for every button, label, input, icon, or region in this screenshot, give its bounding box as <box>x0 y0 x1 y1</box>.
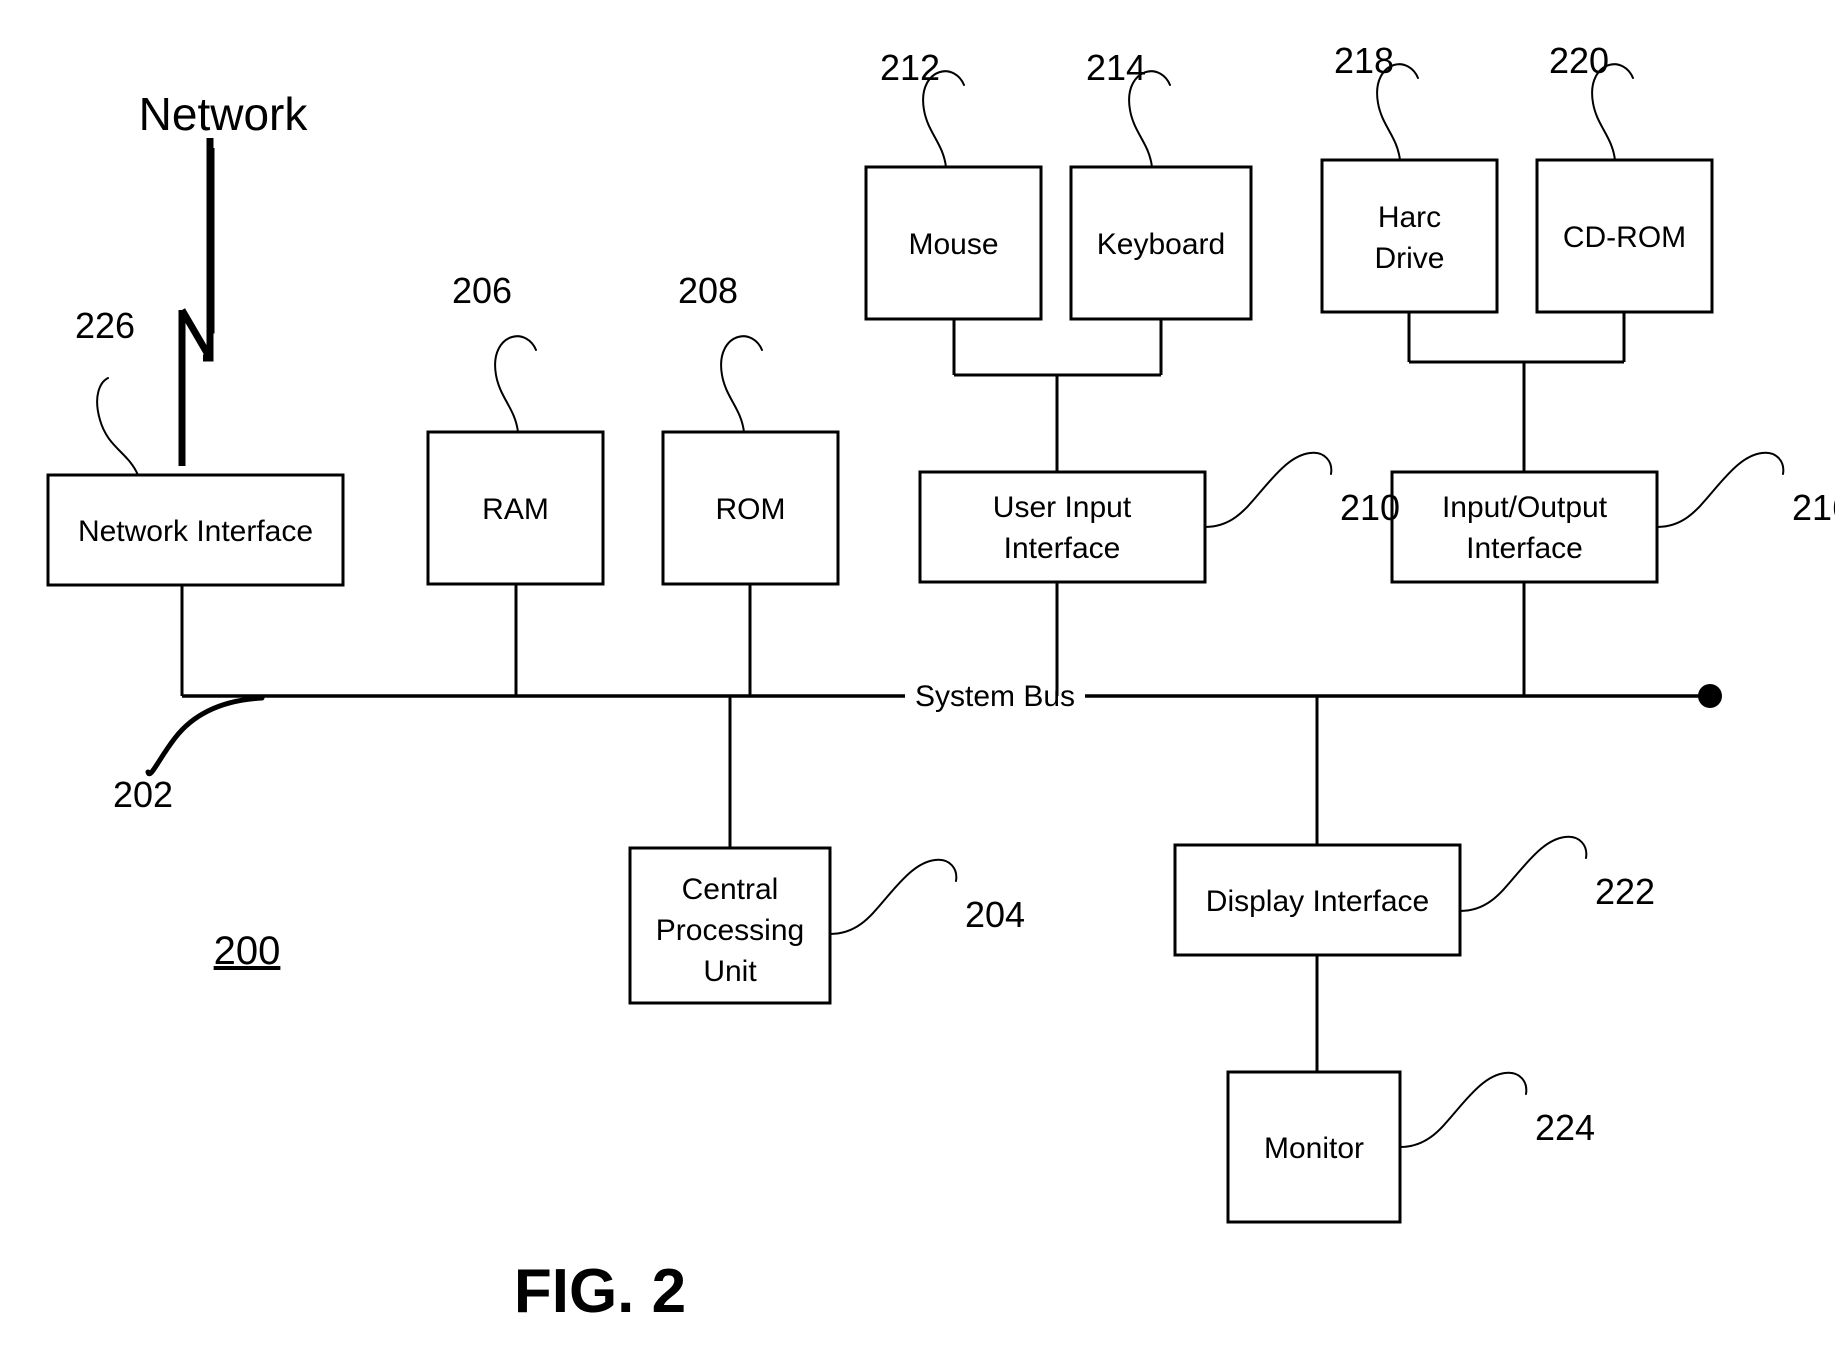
box-keyboard[interactable]: Keyboard <box>1069 165 1253 321</box>
system-bus-terminator-dot <box>1698 684 1722 708</box>
connector-wires <box>180 312 1626 1072</box>
patent-figure-2: Network System Bus Network Interface RAM… <box>0 0 1835 1371</box>
box-cd-rom[interactable]: CD-ROM <box>1535 158 1714 314</box>
ref-num-222: 222 <box>1595 871 1655 912</box>
box-hard-drive-rect <box>1320 158 1499 314</box>
box-hard-drive[interactable]: Harc Drive <box>1320 158 1499 314</box>
box-display-interface[interactable]: Display Interface <box>1173 843 1462 957</box>
box-mouse-label-0: Mouse <box>908 228 998 261</box>
box-keyboard-label-0: Keyboard <box>1097 228 1225 261</box>
network-connection-group <box>178 138 215 466</box>
ref-num-226: 226 <box>75 305 135 346</box>
leader-210 <box>1204 451 1333 528</box>
leader-202 <box>145 695 265 777</box>
ref-num-216: 216 <box>1792 487 1835 528</box>
box-user-input-interface-label-0: User Input <box>993 491 1132 524</box>
box-network-interface-label-0: Network Interface <box>78 515 313 548</box>
box-network-interface[interactable]: Network Interface <box>46 473 345 587</box>
ref-num-220: 220 <box>1549 40 1609 81</box>
ref-num-210: 210 <box>1340 487 1400 528</box>
ref-num-214: 214 <box>1086 47 1146 88</box>
box-central-processing-unit[interactable]: Central Processing Unit <box>628 846 832 1005</box>
ref-num-208: 208 <box>678 270 738 311</box>
ref-num-202: 202 <box>113 774 173 815</box>
box-central-processing-unit-label-1: Processing <box>656 914 804 947</box>
leader-204 <box>829 858 958 935</box>
leader-222 <box>1459 835 1588 912</box>
box-monitor-label-0: Monitor <box>1264 1132 1364 1165</box>
system-bus-group: System Bus <box>182 680 1722 713</box>
box-central-processing-unit-label-0: Central <box>682 873 779 906</box>
ref-num-218: 218 <box>1334 40 1394 81</box>
leader-208 <box>720 335 763 433</box>
leader-224 <box>1399 1071 1528 1148</box>
box-cd-rom-label-0: CD-ROM <box>1563 221 1686 254</box>
system-bus-label: System Bus <box>915 680 1075 713</box>
box-input-output-interface[interactable]: Input/Output Interface <box>1390 470 1659 584</box>
box-user-input-interface-label-1: Interface <box>1004 532 1121 565</box>
network-break-symbol <box>203 140 214 362</box>
box-rom-label-0: ROM <box>716 493 786 526</box>
ref-num-206: 206 <box>452 270 512 311</box>
box-display-interface-label-0: Display Interface <box>1206 885 1429 918</box>
leader-226 <box>96 377 139 476</box>
box-hard-drive-label-0: Harc <box>1378 201 1441 234</box>
ref-num-224: 224 <box>1535 1107 1595 1148</box>
block-diagram-canvas: Network System Bus Network Interface RAM… <box>46 40 1835 1326</box>
box-ram-label-0: RAM <box>482 493 549 526</box>
box-rom[interactable]: ROM <box>661 430 840 586</box>
box-mouse[interactable]: Mouse <box>864 165 1043 321</box>
box-input-output-interface-rect <box>1390 470 1659 584</box>
ref-num-212: 212 <box>880 47 940 88</box>
ref-num-204: 204 <box>965 894 1025 935</box>
box-user-input-interface-rect <box>918 470 1207 584</box>
box-hard-drive-label-1: Drive <box>1374 242 1444 275</box>
box-input-output-interface-label-0: Input/Output <box>1442 491 1608 524</box>
leader-216 <box>1656 451 1785 528</box>
leader-206 <box>494 335 537 433</box>
box-ram[interactable]: RAM <box>426 430 605 586</box>
network-break-diagonal <box>178 308 214 360</box>
box-monitor[interactable]: Monitor <box>1226 1070 1402 1224</box>
box-central-processing-unit-label-2: Unit <box>703 955 757 988</box>
network-label: Network <box>139 88 309 140</box>
box-input-output-interface-label-1: Interface <box>1466 532 1583 565</box>
box-user-input-interface[interactable]: User Input Interface <box>918 470 1207 584</box>
assembly-reference-200: 200 <box>214 929 281 973</box>
figure-caption: FIG. 2 <box>514 1257 686 1326</box>
